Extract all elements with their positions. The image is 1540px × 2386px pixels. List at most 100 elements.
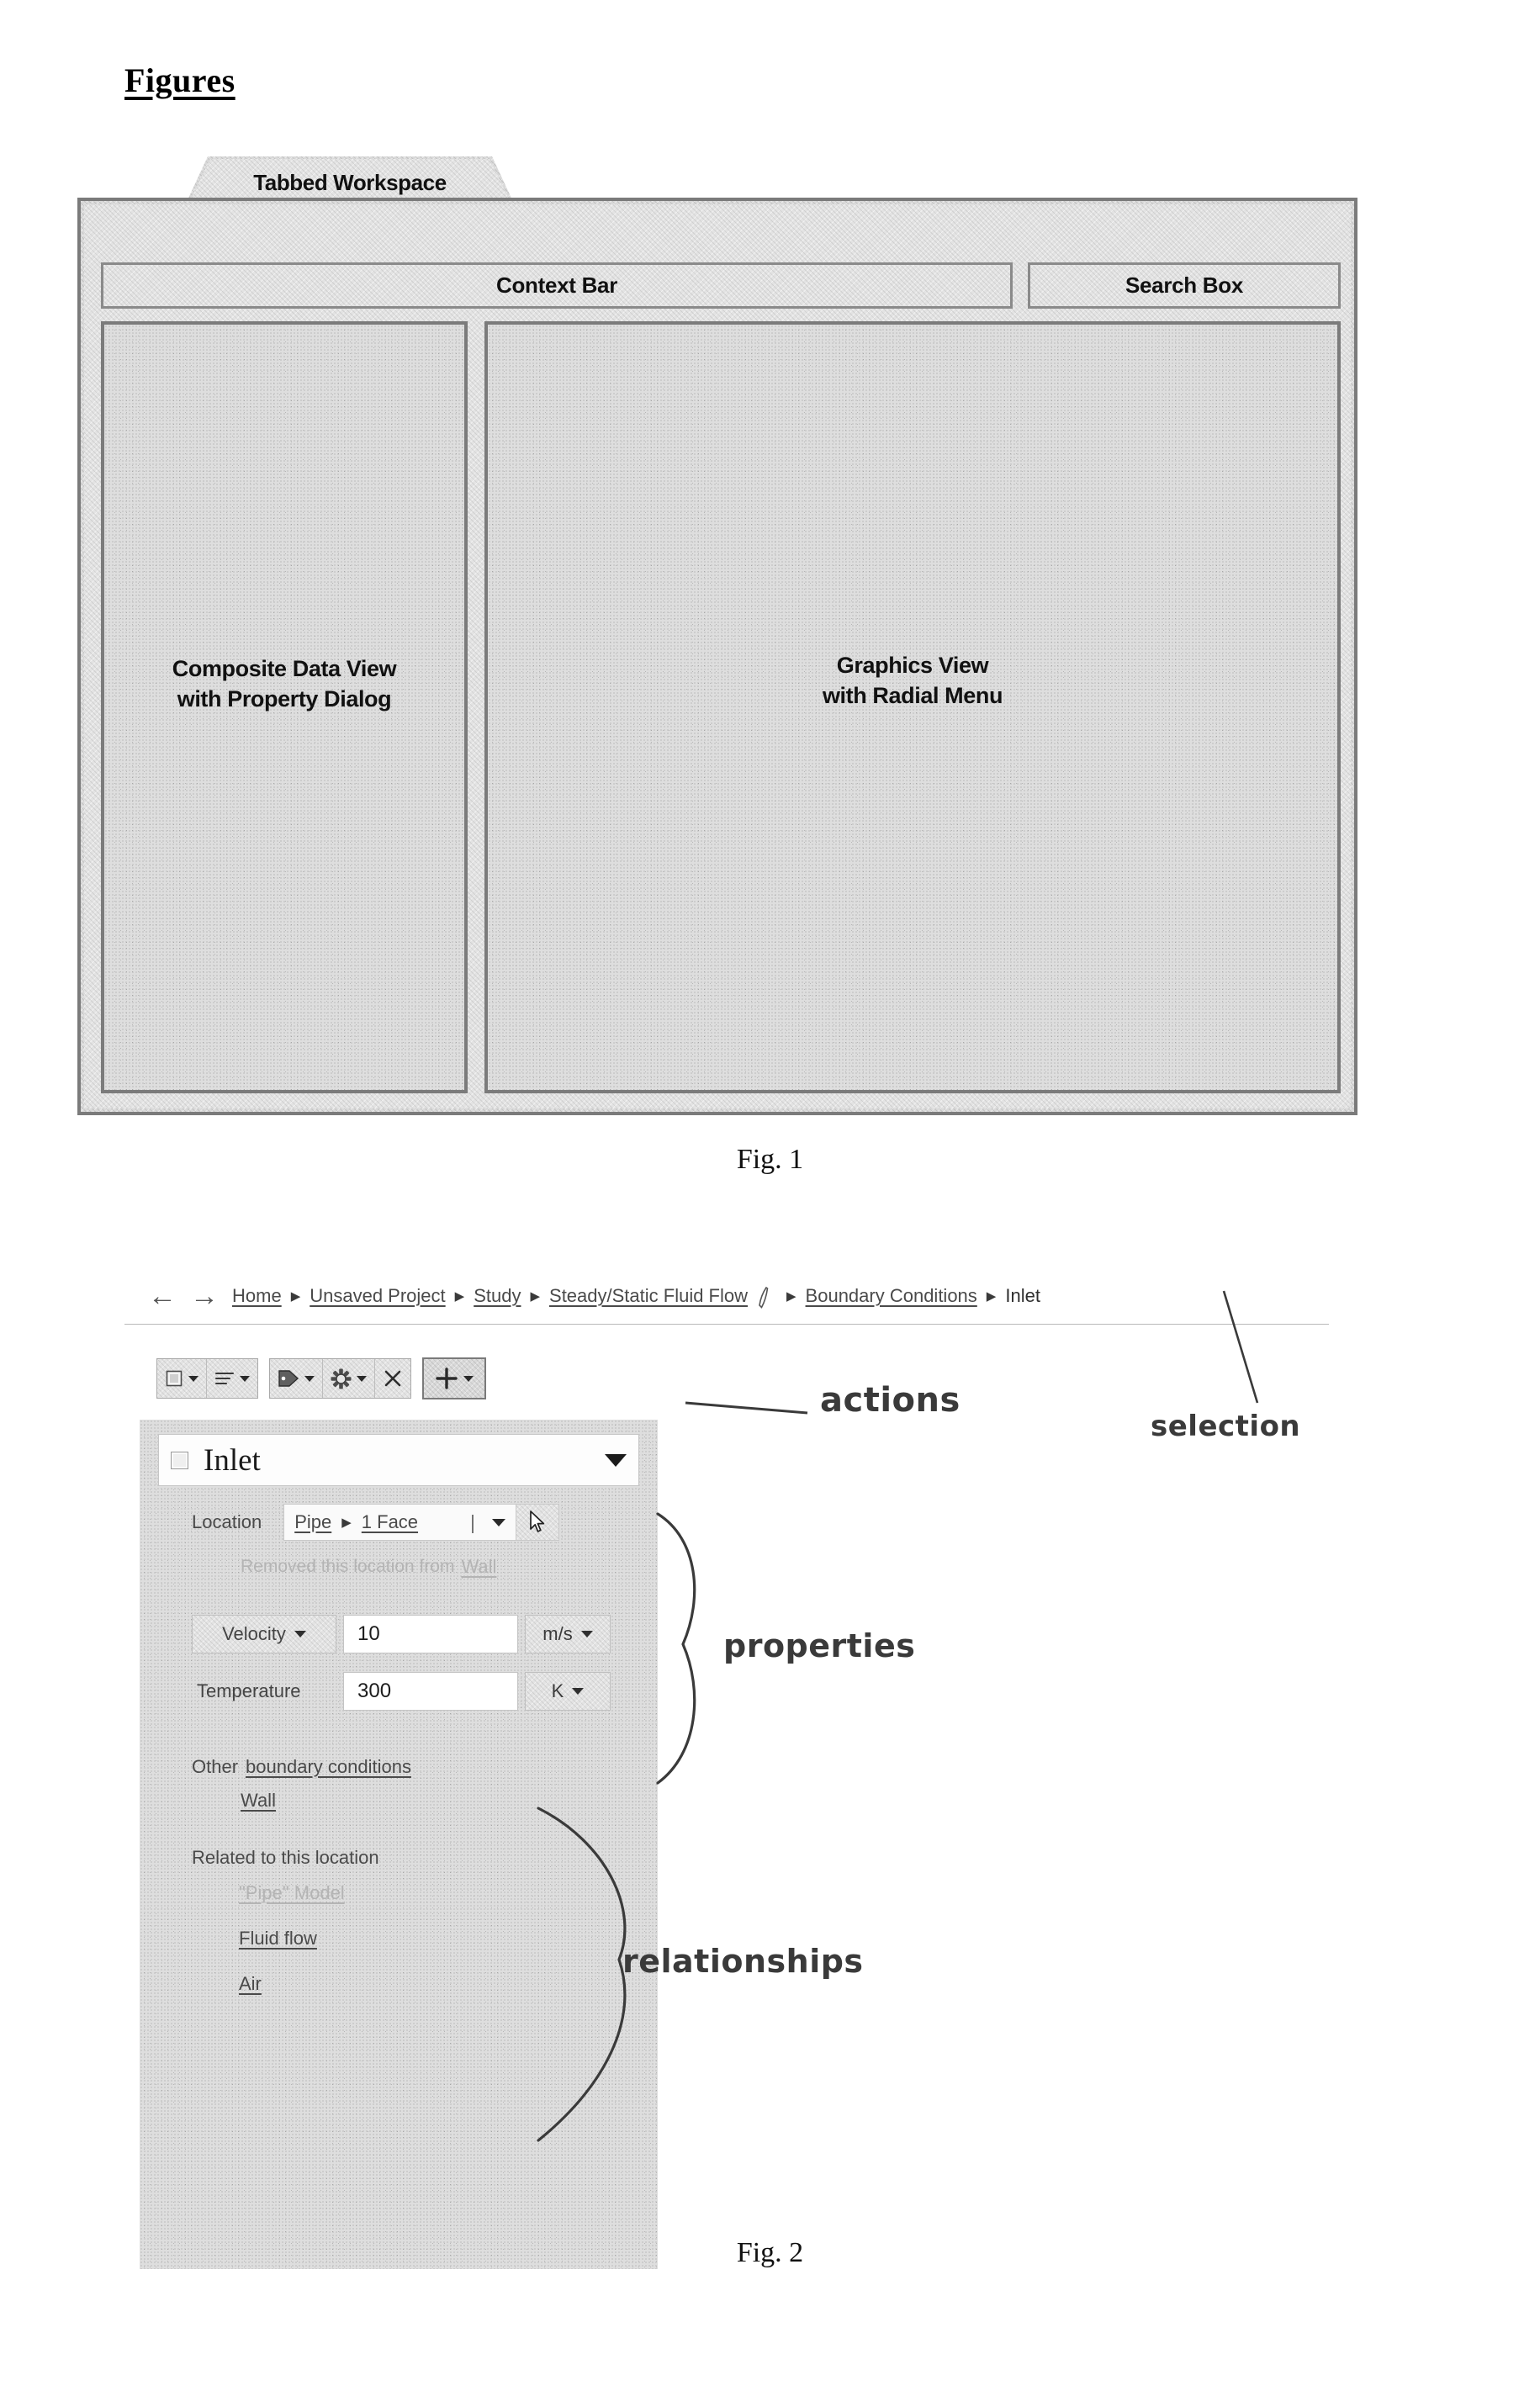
breadcrumb-item-study[interactable]: Study xyxy=(474,1285,521,1307)
other-boundary-conditions-link[interactable]: boundary conditions xyxy=(246,1756,411,1778)
selection-leader-line xyxy=(1222,1290,1259,1404)
tag-icon xyxy=(278,1368,299,1389)
settings-button[interactable] xyxy=(322,1359,374,1398)
gear-icon xyxy=(331,1368,352,1389)
removed-note-text: Removed this location from xyxy=(241,1557,455,1576)
page-title: Figures xyxy=(124,61,235,99)
mouse-pointer-icon xyxy=(516,1504,560,1541)
composite-data-view-label: Composite Data View with Property Dialog xyxy=(172,655,397,712)
property-row-temperature: Temperature 300 K xyxy=(192,1672,611,1711)
related-location-heading: Related to this location xyxy=(192,1847,379,1869)
chevron-down-icon[interactable] xyxy=(188,1375,198,1382)
location-label: Location xyxy=(192,1511,262,1532)
other-label: Other xyxy=(192,1756,239,1777)
location-path-face[interactable]: 1 Face xyxy=(362,1511,418,1533)
wall-link[interactable]: Wall xyxy=(241,1790,276,1812)
annotation-properties: properties xyxy=(723,1627,916,1664)
related-label: Related to this location xyxy=(192,1847,379,1868)
breadcrumb-item-steady-static-fluid-flow[interactable]: Steady/Static Fluid Flow xyxy=(549,1285,748,1307)
velocity-label: Velocity xyxy=(222,1623,286,1644)
temperature-unit-select[interactable]: K xyxy=(525,1672,611,1711)
workspace-window: Context Bar Search Box Composite Data Vi… xyxy=(77,198,1357,1115)
velocity-property-button[interactable]: Velocity xyxy=(192,1615,336,1653)
related-item-fluid-flow[interactable]: Fluid flow xyxy=(239,1928,345,1950)
property-dialog: Inlet Location Pipe ▶ 1 Face | Removed t… xyxy=(140,1420,658,2269)
chevron-down-icon[interactable] xyxy=(605,1453,627,1467)
toolbar-group-selection xyxy=(156,1358,258,1399)
related-item-air[interactable]: Air xyxy=(239,1973,345,1995)
tag-button[interactable] xyxy=(270,1359,322,1398)
breadcrumb-item-boundary-conditions[interactable]: Boundary Conditions xyxy=(806,1285,977,1307)
breadcrumb: ← → Home ▶ Unsaved Project ▶ Study ▶ Ste… xyxy=(148,1282,1040,1310)
breadcrumb-item-unsaved-project[interactable]: Unsaved Project xyxy=(310,1285,445,1307)
arrow-right-icon[interactable]: → xyxy=(190,1282,219,1310)
chevron-down-icon[interactable] xyxy=(240,1375,250,1382)
add-button[interactable] xyxy=(424,1359,484,1398)
toolbar-group-edit xyxy=(269,1358,411,1399)
temperature-label: Temperature xyxy=(197,1680,301,1701)
figure-2-caption: Fig. 2 xyxy=(736,2237,804,2268)
composite-data-view-panel[interactable]: Composite Data View with Property Dialog xyxy=(101,321,468,1093)
related-items-list: "Pipe" Model Fluid flow Air xyxy=(239,1882,345,1995)
graphics-view-label: Graphics View with Radial Menu xyxy=(822,652,1003,708)
breadcrumb-separator: ▶ xyxy=(786,1288,796,1304)
plus-icon xyxy=(435,1367,458,1390)
velocity-input[interactable]: 10 xyxy=(343,1615,518,1653)
breadcrumb-separator: ▶ xyxy=(290,1288,301,1304)
context-bar[interactable]: Context Bar xyxy=(101,262,1013,309)
checkbox-icon xyxy=(165,1369,183,1388)
actions-toolbar xyxy=(156,1357,486,1399)
arrow-left-icon[interactable]: ← xyxy=(148,1282,177,1310)
text-cursor: | xyxy=(470,1510,476,1533)
location-path-pipe[interactable]: Pipe xyxy=(294,1511,331,1533)
velocity-unit-select[interactable]: m/s xyxy=(525,1615,611,1653)
removed-location-note: Removed this location from Wall xyxy=(241,1556,496,1578)
tab-label: Tabbed Workspace xyxy=(253,169,447,195)
breadcrumb-separator: ▶ xyxy=(454,1288,465,1304)
figure-1-caption: Fig. 1 xyxy=(736,1144,804,1175)
pencil-icon[interactable] xyxy=(755,1286,772,1309)
patent-figures-page: Figures Tabbed Workspace Context Bar Sea… xyxy=(0,0,1540,2386)
location-path-separator: ▶ xyxy=(341,1515,352,1530)
other-item-wall: Wall xyxy=(241,1790,276,1812)
annotation-actions: actions xyxy=(820,1381,961,1420)
list-view-button[interactable] xyxy=(206,1359,257,1398)
dialog-title: Inlet xyxy=(204,1442,261,1478)
toolbar-group-add xyxy=(422,1357,486,1399)
delete-button[interactable] xyxy=(374,1359,410,1398)
figure-1: Tabbed Workspace Context Bar Search Box … xyxy=(77,156,1357,1115)
annotation-relationships: relationships xyxy=(622,1943,864,1980)
tabbed-workspace-tab[interactable]: Tabbed Workspace xyxy=(186,156,514,204)
chevron-down-icon[interactable] xyxy=(580,1631,593,1637)
search-box[interactable]: Search Box xyxy=(1028,262,1341,309)
property-row-velocity: Velocity 10 m/s xyxy=(192,1615,611,1653)
temperature-input[interactable]: 300 xyxy=(343,1672,518,1711)
chevron-down-icon[interactable] xyxy=(294,1631,306,1637)
select-button[interactable] xyxy=(157,1359,206,1398)
related-item-pipe-model[interactable]: "Pipe" Model xyxy=(239,1882,345,1904)
temperature-unit-label: K xyxy=(551,1680,564,1701)
breadcrumb-divider xyxy=(124,1324,1329,1325)
actions-leader-line xyxy=(685,1401,808,1415)
chevron-down-icon[interactable] xyxy=(357,1375,367,1382)
breadcrumb-separator: ▶ xyxy=(986,1288,997,1304)
removed-note-link[interactable]: Wall xyxy=(461,1556,496,1578)
breadcrumb-separator: ▶ xyxy=(530,1288,541,1304)
other-boundary-conditions-row: Other boundary conditions xyxy=(192,1756,411,1778)
chevron-down-icon[interactable] xyxy=(304,1375,315,1382)
context-bar-label: Context Bar xyxy=(495,272,618,298)
dialog-header[interactable]: Inlet xyxy=(158,1434,639,1486)
chevron-down-icon[interactable] xyxy=(572,1688,585,1695)
velocity-unit-label: m/s xyxy=(542,1623,573,1644)
chevron-down-icon[interactable] xyxy=(463,1375,474,1382)
list-icon xyxy=(214,1370,235,1387)
location-field[interactable]: Pipe ▶ 1 Face | xyxy=(283,1504,517,1541)
close-x-icon xyxy=(383,1368,403,1389)
breadcrumb-item-home[interactable]: Home xyxy=(232,1285,282,1307)
properties-brace xyxy=(656,1512,696,1785)
chevron-down-icon[interactable] xyxy=(492,1518,506,1526)
breadcrumb-item-inlet[interactable]: Inlet xyxy=(1005,1285,1040,1307)
graphics-view-panel[interactable]: Graphics View with Radial Menu xyxy=(484,321,1341,1093)
checkbox-icon[interactable] xyxy=(171,1451,188,1469)
search-box-label: Search Box xyxy=(1125,272,1244,298)
